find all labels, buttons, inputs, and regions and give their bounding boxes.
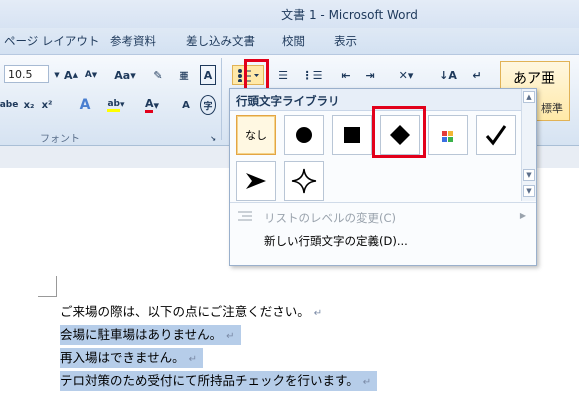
doc-line-text: 再入場はできません。 <box>60 350 185 365</box>
font-size-input[interactable]: 10.5 <box>4 65 49 83</box>
grow-font-button[interactable]: A ▲ <box>62 65 80 85</box>
four-color-bullet-icon <box>442 131 453 142</box>
subscript-button[interactable]: x₂ <box>22 95 36 115</box>
shrink-font-button[interactable]: A ▼ <box>82 65 100 85</box>
four-point-star-icon <box>291 168 317 194</box>
multilevel-list-button[interactable]: ⋮☰ <box>300 65 324 85</box>
increase-indent-button[interactable]: ⇥ <box>362 65 378 85</box>
font-color-button[interactable]: A ▾ <box>140 95 164 115</box>
char-border-icon[interactable]: A <box>200 65 216 85</box>
diamond-option-highlight <box>372 106 426 158</box>
bullet-none-label: なし <box>245 129 267 142</box>
submenu-arrow-icon: ▶ <box>519 211 526 220</box>
margin-corner-mark <box>38 276 57 297</box>
checkmark-icon <box>485 125 507 146</box>
bullet-arrow-option[interactable] <box>236 161 276 201</box>
style-sample: あア亜 <box>513 71 555 87</box>
clear-format-icon[interactable]: ✎ <box>150 65 166 85</box>
phonetic-guide-icon[interactable]: 亜 <box>176 65 192 85</box>
tab-mailings[interactable]: 差し込み文書 <box>186 33 255 49</box>
char-shading-icon[interactable]: A <box>178 95 194 115</box>
ribbon-tabs: ページ レイアウト 参考資料 差し込み文書 校閲 表示 <box>0 28 579 55</box>
gallery-expand-icon[interactable]: ▼ <box>523 185 535 197</box>
style-name: 標準 <box>541 102 563 115</box>
doc-line-text: テロ対策のため受付にて所持品チェックを行います。 <box>60 373 359 388</box>
numbering-button[interactable]: ☰ <box>272 65 294 85</box>
doc-line-1[interactable]: ご来場の際は、以下の点にご注意ください。 ↵ <box>60 302 322 322</box>
text-effects-button[interactable]: A <box>76 95 94 115</box>
bullet-circle-option[interactable] <box>284 115 324 155</box>
doc-line-4[interactable]: テロ対策のため受付にて所持品チェックを行います。 ↵ <box>60 371 378 391</box>
bullet-library-title: 行頭文字ライブラリ <box>236 94 340 108</box>
decrease-indent-button[interactable]: ⇤ <box>338 65 354 85</box>
paragraph-mark: ↵ <box>362 377 372 388</box>
font-group-label: フォント <box>40 134 80 145</box>
scroll-down-icon[interactable]: ▼ <box>523 169 535 181</box>
filled-circle-icon <box>296 127 312 143</box>
strikethrough-button[interactable]: abe <box>0 95 18 115</box>
paragraph-mark: ↵ <box>313 308 323 319</box>
sort-button[interactable]: ↓A <box>439 65 457 85</box>
arrowhead-icon <box>246 173 266 189</box>
highlight-color-button[interactable]: ab ▾ <box>104 95 128 115</box>
paragraph-mark: ↵ <box>188 354 198 365</box>
bullet-check-option[interactable] <box>476 115 516 155</box>
gallery-scrollbar[interactable]: ▲ ▼ ▼ <box>521 89 536 201</box>
tab-references[interactable]: 参考資料 <box>110 33 156 49</box>
title-bar: 文書 1 - Microsoft Word <box>0 0 579 28</box>
menu-separator <box>230 202 536 203</box>
bullet-star-option[interactable] <box>284 161 324 201</box>
change-list-level-item[interactable]: リストのレベルの変更(C) <box>264 210 396 226</box>
show-marks-button[interactable]: ↵ <box>470 65 484 85</box>
bullet-square-option[interactable] <box>332 115 372 155</box>
tab-review[interactable]: 校閲 <box>282 33 305 49</box>
list-level-icon <box>238 211 252 221</box>
doc-line-3[interactable]: 再入場はできません。 ↵ <box>60 348 204 368</box>
bullet-colorful-option[interactable] <box>428 115 468 155</box>
define-new-bullet-item[interactable]: 新しい行頭文字の定義(D)... <box>264 233 408 249</box>
tab-page-layout[interactable]: ページ レイアウト <box>4 33 99 49</box>
paragraph-mark: ↵ <box>226 331 235 342</box>
enclose-char-icon[interactable]: 字 <box>200 95 216 115</box>
chevron-down-icon[interactable]: ▼ <box>52 65 62 85</box>
tab-view[interactable]: 表示 <box>334 33 357 49</box>
bullet-none-option[interactable]: なし <box>236 115 276 155</box>
asian-layout-button[interactable]: ✕▾ <box>394 65 418 85</box>
filled-square-icon <box>344 127 360 143</box>
doc-line-text: 会場に駐車場はありません。 <box>60 327 223 342</box>
change-case-button[interactable]: Aa▾ <box>112 65 138 85</box>
scroll-up-icon[interactable]: ▲ <box>523 91 535 103</box>
doc-line-text: ご来場の際は、以下の点にご注意ください。 <box>60 304 310 319</box>
window-title: 文書 1 - Microsoft Word <box>281 8 418 22</box>
doc-line-2[interactable]: 会場に駐車場はありません。 ↵ <box>60 325 241 345</box>
superscript-button[interactable]: x² <box>40 95 54 115</box>
